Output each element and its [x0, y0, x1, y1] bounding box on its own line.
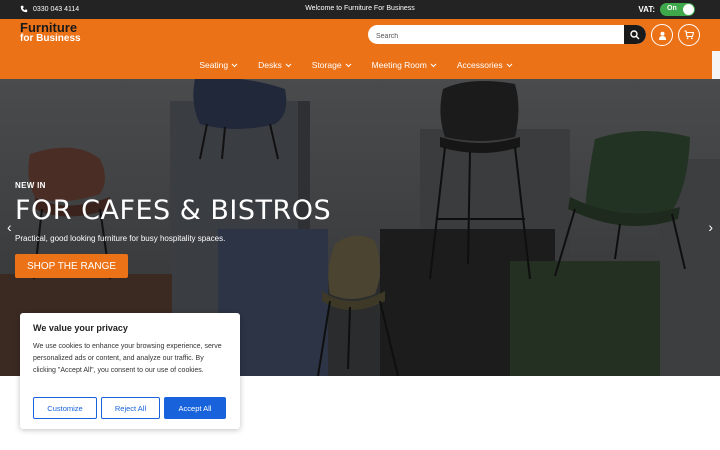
logo-line-2: for Business — [20, 33, 81, 44]
hero-eyebrow: NEW IN — [15, 181, 46, 190]
vat-toggle[interactable]: On — [660, 3, 695, 16]
nav-item-seating[interactable]: Seating — [199, 60, 238, 70]
toggle-knob — [683, 4, 694, 15]
search-bar — [368, 25, 646, 44]
nav-item-accessories[interactable]: Accessories — [457, 60, 513, 70]
chevron-down-icon — [430, 63, 437, 67]
user-icon — [658, 31, 666, 40]
nav-label: Seating — [199, 60, 229, 70]
main-navigation: Seating Desks Storage Meeting Room Acces… — [0, 51, 720, 79]
nav-label: Storage — [311, 60, 342, 70]
chevron-right-icon[interactable]: › — [708, 219, 713, 235]
top-bar: 0330 043 4114 Welcome to Furniture For B… — [0, 0, 720, 19]
vat-switch: VAT: On — [638, 3, 695, 16]
cookie-buttons: Customize Reject All Accept All — [33, 397, 226, 419]
hero-subtitle: Practical, good looking furniture for bu… — [15, 234, 226, 243]
chevron-down-icon — [506, 63, 513, 67]
page-scrollbar[interactable] — [712, 51, 720, 79]
search-button[interactable] — [624, 25, 646, 44]
chevron-down-icon — [231, 63, 238, 67]
search-icon — [630, 29, 640, 39]
logo-line-1: Furniture — [20, 20, 78, 35]
search-input[interactable] — [368, 27, 618, 44]
vat-toggle-label: On — [667, 5, 677, 12]
shop-the-range-button[interactable]: SHOP THE RANGE — [15, 254, 128, 278]
cookie-title: We value your privacy — [33, 323, 128, 333]
site-header: Furniture for Business — [0, 19, 720, 51]
nav-item-meeting-room[interactable]: Meeting Room — [372, 60, 437, 70]
reject-all-button[interactable]: Reject All — [101, 397, 160, 419]
nav-item-desks[interactable]: Desks — [258, 60, 292, 70]
welcome-message: Welcome to Furniture For Business — [305, 5, 415, 12]
chevron-down-icon — [285, 63, 292, 67]
chevron-down-icon — [345, 63, 351, 67]
hero-title: FOR CAFES & BISTROS — [15, 195, 332, 226]
account-button[interactable] — [651, 24, 673, 46]
nav-item-storage[interactable]: Storage — [312, 60, 352, 70]
vat-label: VAT: — [638, 5, 655, 14]
customize-button[interactable]: Customize — [33, 397, 97, 419]
nav-label: Desks — [258, 60, 282, 70]
nav-label: Meeting Room — [371, 60, 427, 70]
accept-all-button[interactable]: Accept All — [164, 397, 226, 419]
cart-button[interactable] — [678, 24, 700, 46]
nav-label: Accessories — [456, 60, 503, 70]
chevron-left-icon[interactable]: ‹ — [7, 219, 12, 235]
cookie-consent-banner: We value your privacy We use cookies to … — [20, 313, 240, 429]
cookie-body: We use cookies to enhance your browsing … — [33, 343, 222, 374]
cart-icon — [684, 30, 694, 40]
site-logo[interactable]: Furniture for Business — [20, 20, 81, 44]
